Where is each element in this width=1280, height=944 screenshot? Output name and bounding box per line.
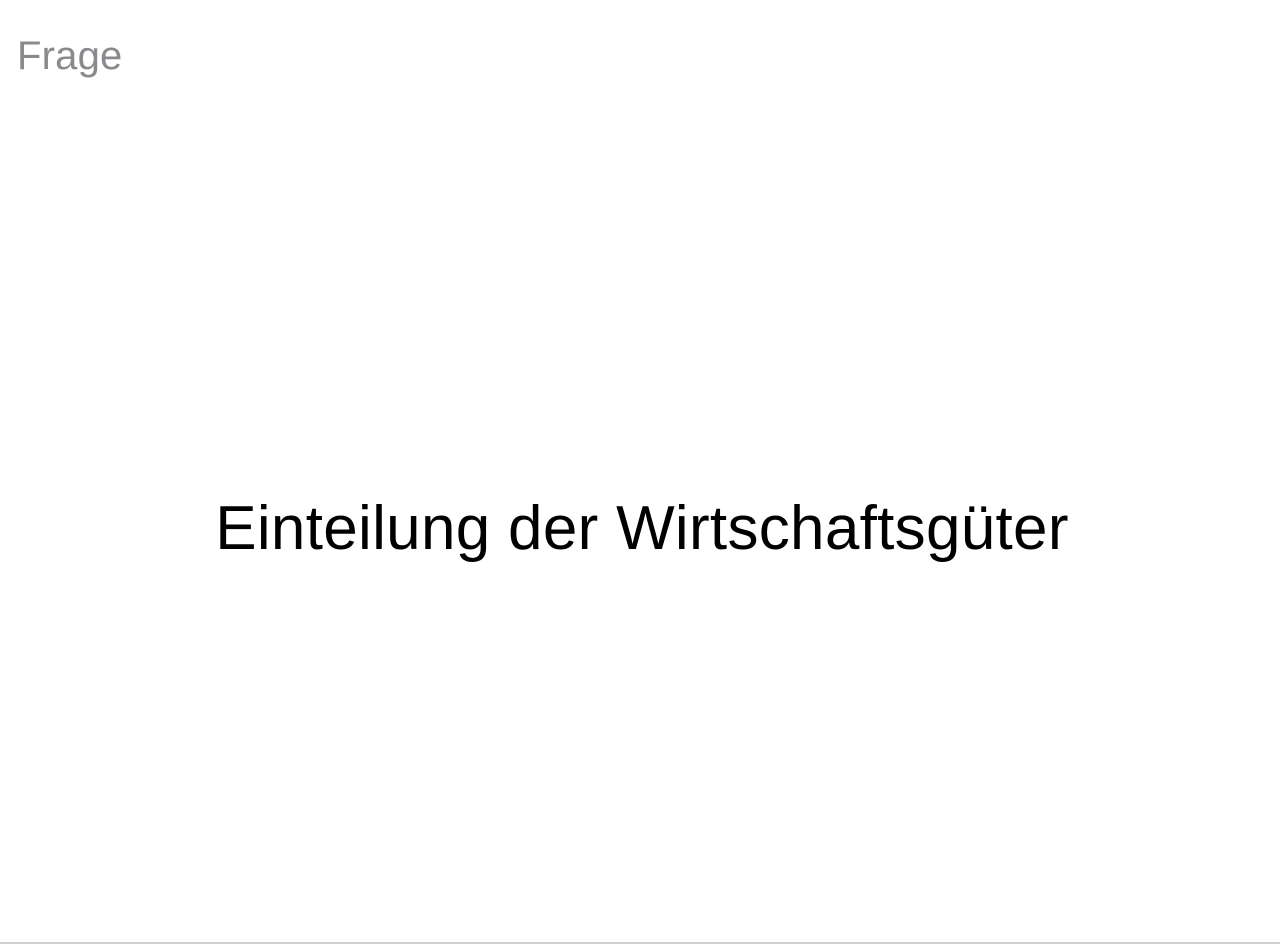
card-side-label: Frage: [17, 34, 123, 78]
card-question-text: Einteilung der Wirtschaftsgüter: [215, 494, 1069, 563]
flashcard[interactable]: Frage Einteilung der Wirtschaftsgüter: [0, 0, 1280, 944]
